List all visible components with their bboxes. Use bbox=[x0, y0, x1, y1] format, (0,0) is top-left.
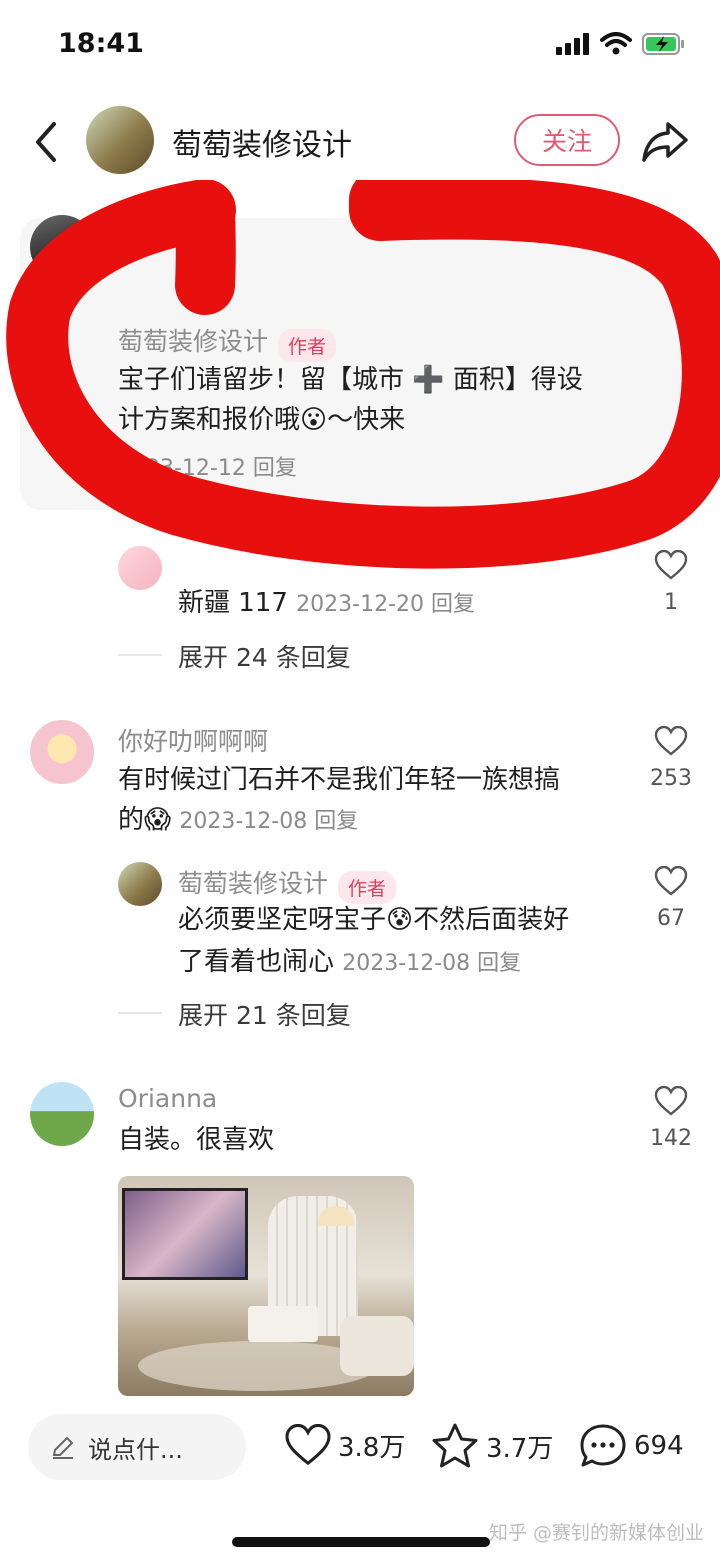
watermark: 知乎 @赛钊的新媒体创业 bbox=[488, 1522, 704, 1544]
pinned-author-name[interactable]: 萄萄装修设计 bbox=[118, 327, 268, 356]
follow-button[interactable]: 关注 bbox=[514, 114, 620, 166]
battery-icon bbox=[642, 33, 684, 55]
reply2-author[interactable]: 萄萄装修设计 bbox=[178, 869, 328, 898]
commenter-avatar[interactable] bbox=[30, 215, 94, 279]
comment2-meta[interactable]: 2023-12-08 回复 bbox=[179, 809, 358, 834]
reply1-like[interactable]: 1 bbox=[636, 550, 706, 615]
like-action[interactable]: 3.8万 bbox=[284, 1424, 405, 1466]
status-time: 18:41 bbox=[58, 28, 144, 59]
reply-avatar[interactable] bbox=[118, 546, 162, 590]
comment-bubble-icon[interactable] bbox=[578, 1422, 628, 1470]
pencil-icon bbox=[52, 1436, 74, 1459]
reply2-author-row: 萄萄装修设计 作者 bbox=[178, 864, 397, 904]
heart-icon[interactable] bbox=[284, 1424, 332, 1466]
share-icon[interactable] bbox=[640, 118, 690, 164]
expand-replies-21[interactable]: 展开 21 条回复 bbox=[178, 996, 351, 1032]
wifi-icon bbox=[600, 32, 632, 55]
home-indicator[interactable] bbox=[232, 1537, 490, 1547]
commenter-avatar[interactable] bbox=[30, 1082, 94, 1146]
reply2-like-count: 67 bbox=[657, 906, 685, 931]
comment3-like-count: 142 bbox=[650, 1126, 692, 1151]
author-avatar[interactable] bbox=[86, 106, 154, 174]
page-title[interactable]: 萄萄装修设计 bbox=[172, 120, 352, 164]
comment-count: 694 bbox=[634, 1431, 684, 1461]
pinned-comment-line2: 计方案和报价哦😮～快来 bbox=[118, 405, 406, 435]
heart-icon[interactable] bbox=[654, 866, 688, 896]
comment2-author[interactable]: 你好叻啊啊啊 bbox=[118, 722, 268, 758]
heart-icon[interactable] bbox=[654, 550, 688, 580]
back-arrow-icon[interactable] bbox=[28, 118, 68, 166]
comments-action[interactable]: 694 bbox=[578, 1422, 684, 1470]
expand-divider bbox=[118, 654, 162, 656]
comment-input[interactable]: 说点什... bbox=[28, 1414, 246, 1480]
status-icons bbox=[556, 32, 686, 56]
reply2-meta[interactable]: 2023-12-08 回复 bbox=[342, 951, 521, 976]
pinned-comment-meta[interactable]: 2023-12-12 回复 bbox=[118, 450, 297, 482]
comment-input-placeholder: 说点什... bbox=[88, 1435, 183, 1464]
reply2-like[interactable]: 67 bbox=[636, 866, 706, 931]
signal-icon bbox=[556, 33, 589, 55]
pinned-author-row: 萄萄装修设计 作者 bbox=[118, 322, 337, 362]
like-count: 3.8万 bbox=[338, 1432, 406, 1463]
comment-image-living-room[interactable] bbox=[118, 1176, 414, 1396]
expand-divider bbox=[118, 1012, 162, 1014]
reply2-line2: 了看着也闹心 2023-12-08 回复 bbox=[178, 942, 521, 984]
reply-avatar[interactable] bbox=[118, 862, 162, 906]
reply2-line2-text: 了看着也闹心 bbox=[178, 947, 335, 977]
heart-icon[interactable] bbox=[654, 1086, 688, 1116]
expand-replies-24[interactable]: 展开 24 条回复 bbox=[178, 638, 351, 674]
reply2-line1: 必须要坚定呀宝子😰不然后面装好 bbox=[178, 905, 570, 935]
reply1-like-count: 1 bbox=[664, 590, 678, 615]
comment3-like[interactable]: 142 bbox=[636, 1086, 706, 1151]
author-badge: 作者 bbox=[278, 329, 337, 362]
favorite-action[interactable]: 3.7万 bbox=[430, 1422, 553, 1470]
comment3-text: 自装。很喜欢 bbox=[118, 1125, 275, 1155]
comment3-author[interactable]: Orianna bbox=[118, 1084, 217, 1113]
reply1-location: 新疆 117 bbox=[178, 588, 288, 618]
comment2-line1: 有时候过门石并不是我们年轻一族想搞 bbox=[118, 765, 561, 795]
pinned-comment-line1: 宝子们请留步！留【城市 ➕ 面积】得设 bbox=[118, 365, 583, 395]
comment2-line2: 的😱 2023-12-08 回复 bbox=[118, 800, 358, 842]
heart-icon[interactable] bbox=[654, 726, 688, 756]
comment2-like[interactable]: 253 bbox=[636, 726, 706, 791]
comment2-line2-text: 的😱 bbox=[118, 805, 172, 835]
commenter-avatar[interactable] bbox=[30, 720, 94, 784]
comment2-like-count: 253 bbox=[650, 766, 692, 791]
favorite-count: 3.7万 bbox=[486, 1433, 554, 1464]
reply1-line: 新疆 117 2023-12-20 回复 bbox=[178, 583, 475, 625]
reply1-meta[interactable]: 2023-12-20 回复 bbox=[296, 592, 475, 617]
star-icon[interactable] bbox=[430, 1422, 480, 1470]
